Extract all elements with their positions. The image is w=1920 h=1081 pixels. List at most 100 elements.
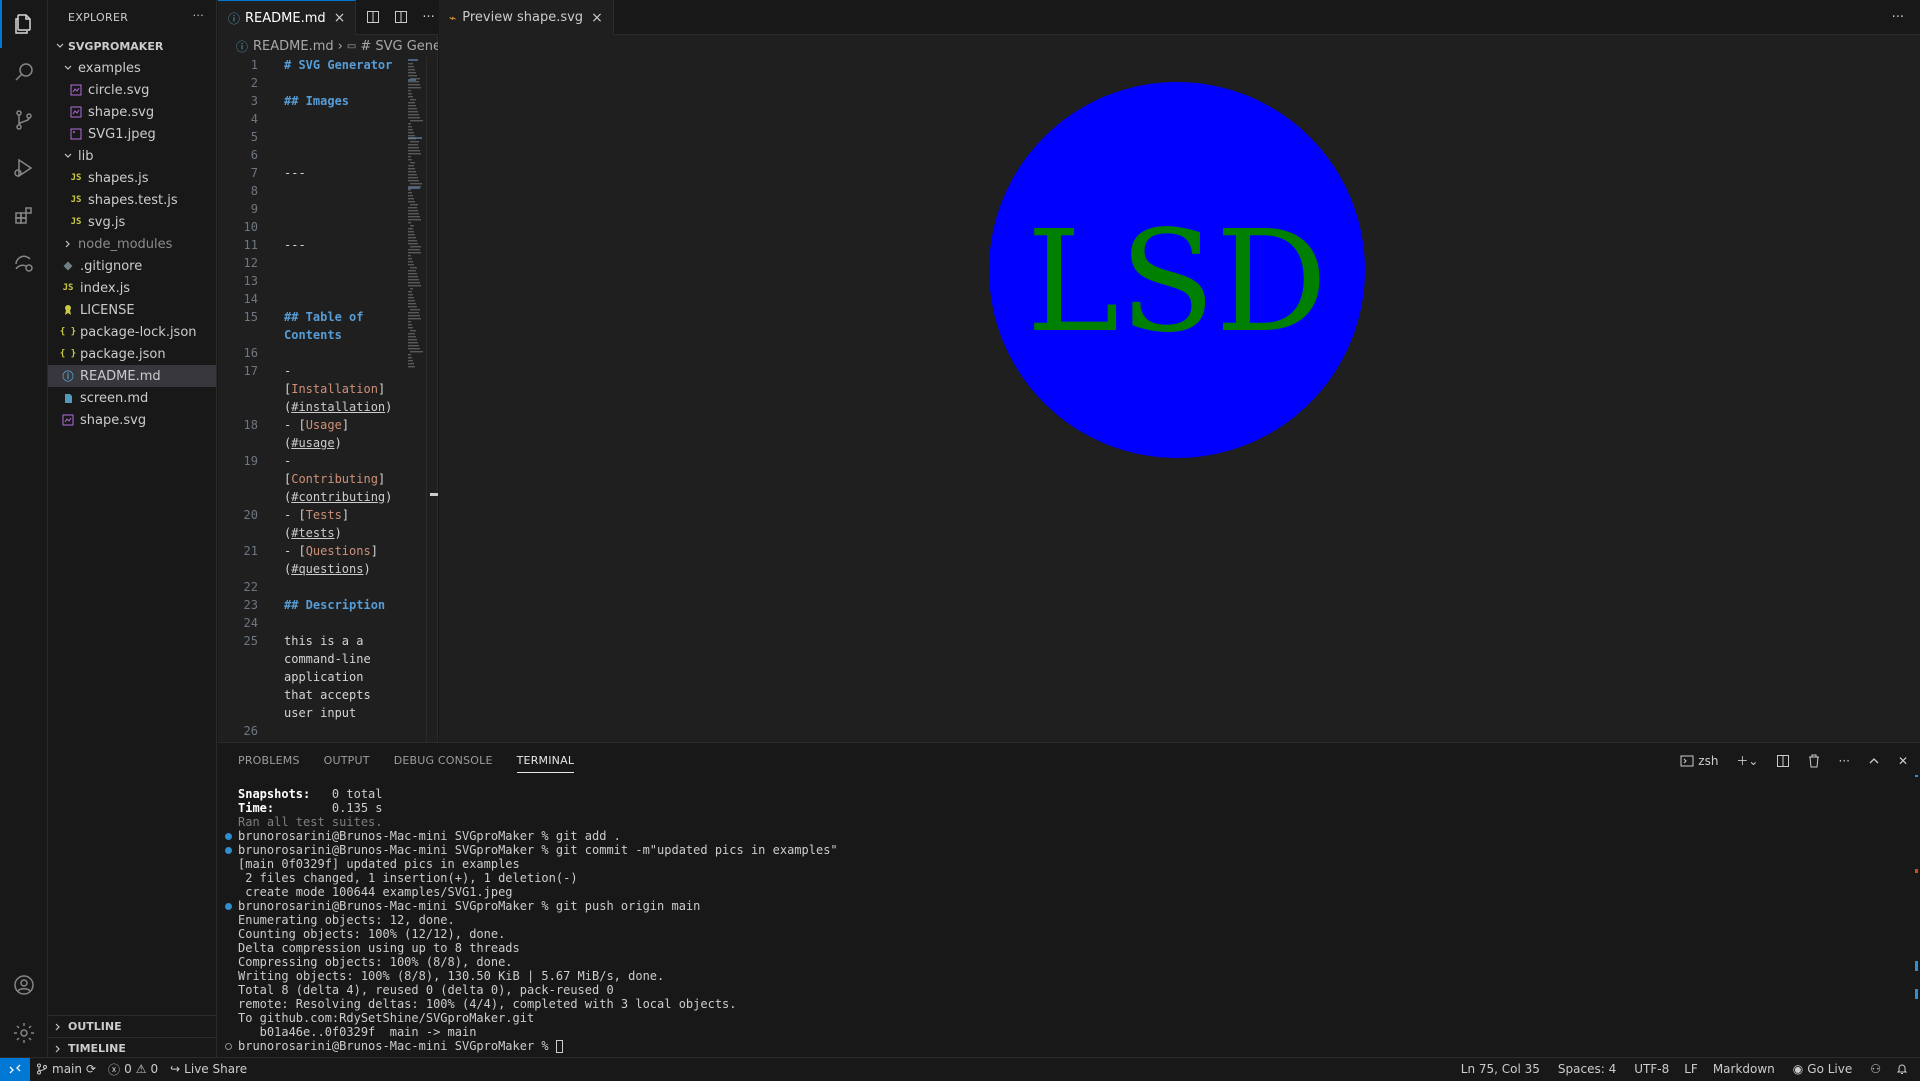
tab-preview-shape[interactable]: ⌁ Preview shape.svg × [439, 0, 614, 35]
tree-item[interactable]: circle.svg [48, 79, 216, 101]
more-actions-icon[interactable]: ··· [1838, 754, 1849, 768]
account-icon[interactable] [0, 961, 48, 1009]
command-decoration-icon[interactable] [225, 1043, 232, 1050]
tree-item[interactable]: { } package.json [48, 343, 216, 365]
project-folder[interactable]: SVGPROMAKER [48, 35, 216, 57]
source-control-icon[interactable] [0, 96, 48, 144]
line-number: 3 [250, 94, 258, 108]
line-number: 20 [243, 508, 258, 522]
timeline-label: TIMELINE [68, 1042, 126, 1055]
terminal-scroll-marker [1915, 869, 1918, 873]
panel-tab[interactable]: TERMINAL [516, 754, 575, 773]
remote-explorer-icon[interactable] [0, 240, 48, 288]
tree-item[interactable]: shape.svg [48, 101, 216, 123]
code-token: --- [284, 166, 306, 180]
command-decoration-icon[interactable] [225, 847, 232, 854]
notifications-bell-icon[interactable] [1890, 1063, 1920, 1075]
tree-item[interactable]: ⓘ README.md [48, 365, 216, 387]
feedback-icon[interactable]: ⚇ [1861, 1062, 1890, 1076]
tree-item[interactable]: .gitignore [48, 255, 216, 277]
cursor-position[interactable]: Ln 75, Col 35 [1452, 1062, 1549, 1076]
outline-section[interactable]: OUTLINE [48, 1015, 217, 1037]
go-live-button[interactable]: ◉ Go Live [1784, 1062, 1861, 1076]
command-decoration-icon[interactable] [225, 903, 232, 910]
explorer-icon[interactable] [0, 0, 48, 48]
open-preview-icon[interactable] [366, 10, 380, 24]
close-icon[interactable]: × [591, 10, 603, 26]
close-icon[interactable]: × [334, 10, 346, 26]
more-actions-icon[interactable]: ··· [1892, 0, 1920, 34]
more-actions-icon[interactable]: ··· [422, 10, 434, 25]
live-share-label: Live Share [184, 1062, 248, 1076]
tree-item-label: .gitignore [80, 258, 143, 274]
line-text [258, 272, 408, 290]
encoding[interactable]: UTF-8 [1625, 1062, 1678, 1076]
line-number: 25 [243, 634, 258, 648]
line-text: --- [258, 164, 408, 182]
license-file-icon [60, 302, 76, 318]
sync-icon[interactable]: ⟳ [86, 1062, 96, 1076]
trash-icon[interactable] [1808, 754, 1820, 768]
code-line: 19- [Contributing] (#contributing) [218, 452, 408, 506]
new-terminal-icon[interactable]: ＋⌄ [1736, 752, 1758, 769]
remote-indicator-icon[interactable] [0, 1057, 30, 1081]
terminal-shell[interactable]: zsh [1680, 754, 1718, 768]
tree-item[interactable]: JS shapes.test.js [48, 189, 216, 211]
end-of-line[interactable]: LF [1678, 1062, 1704, 1076]
manage-gear-icon[interactable] [0, 1009, 48, 1057]
tree-item[interactable]: { } package-lock.json [48, 321, 216, 343]
tree-item[interactable]: node_modules [48, 233, 216, 255]
tree-item[interactable]: shape.svg [48, 409, 216, 431]
tree-item[interactable]: SVG1.jpeg [48, 123, 216, 145]
extensions-icon[interactable] [0, 192, 48, 240]
panel-tab[interactable]: OUTPUT [324, 754, 370, 767]
panel-tab[interactable]: DEBUG CONSOLE [394, 754, 493, 767]
close-panel-icon[interactable]: ✕ [1898, 754, 1908, 768]
timeline-section[interactable]: TIMELINE [48, 1037, 217, 1059]
tree-item[interactable]: JS index.js [48, 277, 216, 299]
code-token: ) [334, 526, 342, 540]
terminal-text: brunorosarini@Brunos-Mac-mini SVGproMake… [238, 829, 621, 843]
live-share-button[interactable]: ↪ Live Share [164, 1062, 253, 1076]
tree-item[interactable]: examples [48, 57, 216, 79]
tree-item-label: index.js [80, 280, 131, 296]
more-actions-icon[interactable]: ··· [193, 9, 204, 22]
split-terminal-icon[interactable] [1776, 754, 1790, 768]
panel-tab[interactable]: PROBLEMS [238, 754, 300, 767]
code-editor[interactable]: 1 # SVG Generator 2 3 ## Images 4 5 6 7 --- 8 … [218, 56, 408, 740]
code-line: 23 ## Description [218, 596, 408, 614]
file-tree: examples circle.svg shape.svg SVG1.jpeg lib J… [48, 57, 216, 431]
terminal-output[interactable]: Snapshots: 0 total Time: 0.135 s Ran all t… [218, 787, 1898, 1053]
line-number: 23 [243, 598, 258, 612]
line-number: 15 [243, 310, 258, 324]
maximize-panel-icon[interactable] [1868, 755, 1880, 767]
line-number: 11 [243, 238, 258, 252]
line-number: 16 [243, 346, 258, 360]
run-debug-icon[interactable] [0, 144, 48, 192]
branch-indicator[interactable]: main ⟳ [30, 1062, 102, 1076]
terminal-text: Ran all test suites. [238, 815, 383, 829]
split-editor-icon[interactable] [394, 10, 408, 24]
breadcrumb-symbol[interactable]: # SVG Gene [360, 39, 438, 54]
problems-indicator[interactable]: ⓧ 0 ⚠ 0 [102, 1061, 164, 1078]
breadcrumb-file[interactable]: README.md [253, 39, 334, 54]
tree-item[interactable]: JS shapes.js [48, 167, 216, 189]
tree-item[interactable]: JS svg.js [48, 211, 216, 233]
terminal-text: Time: 0.135 s [238, 801, 383, 815]
tree-item[interactable]: screen.md [48, 387, 216, 409]
line-text: - [Usage] (#usage) [258, 416, 408, 452]
markdown-file-icon [60, 390, 76, 406]
minimap[interactable] [408, 57, 428, 377]
javascript-file-icon: JS [62, 283, 74, 293]
indentation[interactable]: Spaces: 4 [1549, 1062, 1625, 1076]
command-decoration-icon[interactable] [225, 833, 232, 840]
tree-item[interactable]: lib [48, 145, 216, 167]
tab-readme[interactable]: ⓘ README.md × [218, 0, 357, 35]
tree-item[interactable]: LICENSE [48, 299, 216, 321]
search-icon[interactable] [0, 48, 48, 96]
line-number: 14 [243, 292, 258, 306]
branch-icon [36, 1063, 48, 1075]
terminal-line: Ran all test suites. [218, 815, 1898, 829]
language-mode[interactable]: Markdown [1704, 1062, 1784, 1076]
terminal-text: Total 8 (delta 4), reused 0 (delta 0), p… [238, 983, 614, 997]
